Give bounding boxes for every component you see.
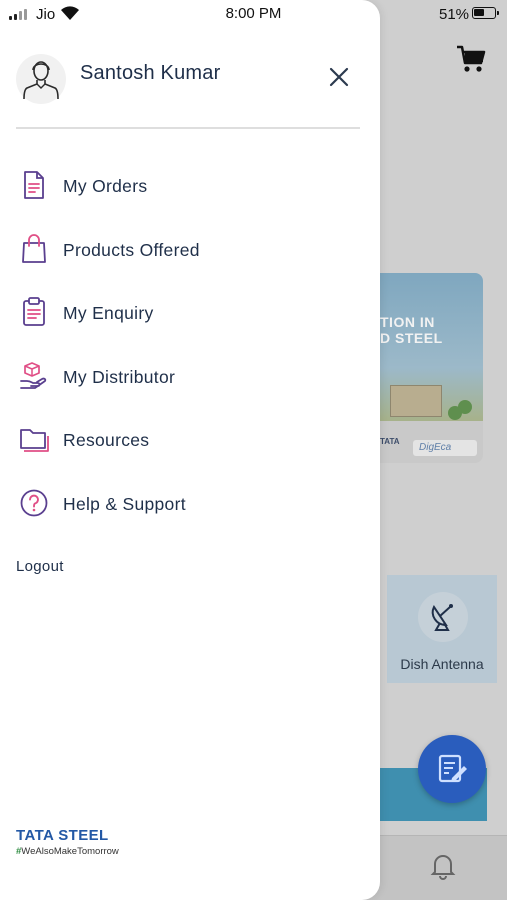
banner-tata-logo: TATA [380,437,400,446]
battery-nub [497,11,499,15]
cart-icon[interactable] [455,44,487,74]
close-icon[interactable] [327,65,351,89]
clipboard-icon [23,297,45,326]
user-avatar-icon [23,61,59,100]
banner-text-line-2: D STEEL [380,330,443,346]
banner-building [390,385,442,417]
battery-icon [472,7,496,19]
edit-note-icon [438,754,467,783]
brand-logo: TATA STEEL #WeAlsoMakeTomorrow [16,827,119,857]
battery-percent: 51% [439,6,470,23]
avatar[interactable] [16,54,66,104]
banner-brand-logo: DigEca [413,440,477,456]
menu-item-label: My Orders [63,176,148,196]
menu-item-my-distributor[interactable]: My Distributor [16,355,356,399]
document-icon [24,171,44,199]
enquiry-fab[interactable] [418,735,486,803]
menu-item-label: My Distributor [63,367,176,387]
menu-item-my-orders[interactable]: My Orders [16,164,356,208]
category-card-label: Dish Antenna [400,656,484,672]
brand-tagline: #WeAlsoMakeTomorrow [16,846,119,857]
menu-item-label: My Enquiry [63,303,154,323]
shopping-bag-icon [22,234,46,263]
menu-item-label: Help & Support [63,494,186,514]
satellite-dish-icon [431,604,453,631]
menu-item-products-offered[interactable]: Products Offered [16,228,356,272]
menu-item-label: Products Offered [63,240,200,260]
banner-text-line-1: TION IN [380,314,435,330]
question-circle-icon [20,489,48,517]
menu-item-label: Resources [63,430,150,450]
battery-fill [474,9,484,16]
profile-header: Santosh Kumar [16,54,361,114]
banner-tree [448,406,462,420]
notification-bell-icon[interactable] [430,852,456,880]
menu-item-my-enquiry[interactable]: My Enquiry [16,291,356,335]
menu-item-resources[interactable]: Resources [16,418,356,462]
status-time: 8:00 PM [225,5,282,22]
navigation-drawer: Santosh Kumar My Orders Products Offered… [0,0,380,900]
drawer-divider [16,127,360,129]
logout-button[interactable]: Logout [16,558,64,575]
folder-icon [20,429,49,452]
hand-package-icon [20,362,47,389]
brand-tagline-text: WeAlsoMakeTomorrow [21,846,119,857]
menu-item-help-support[interactable]: Help & Support [16,482,356,526]
status-bar: Jio 8:00 PM 51% [0,0,507,28]
user-name: Santosh Kumar [80,62,221,84]
brand-name: TATA STEEL [16,827,109,844]
